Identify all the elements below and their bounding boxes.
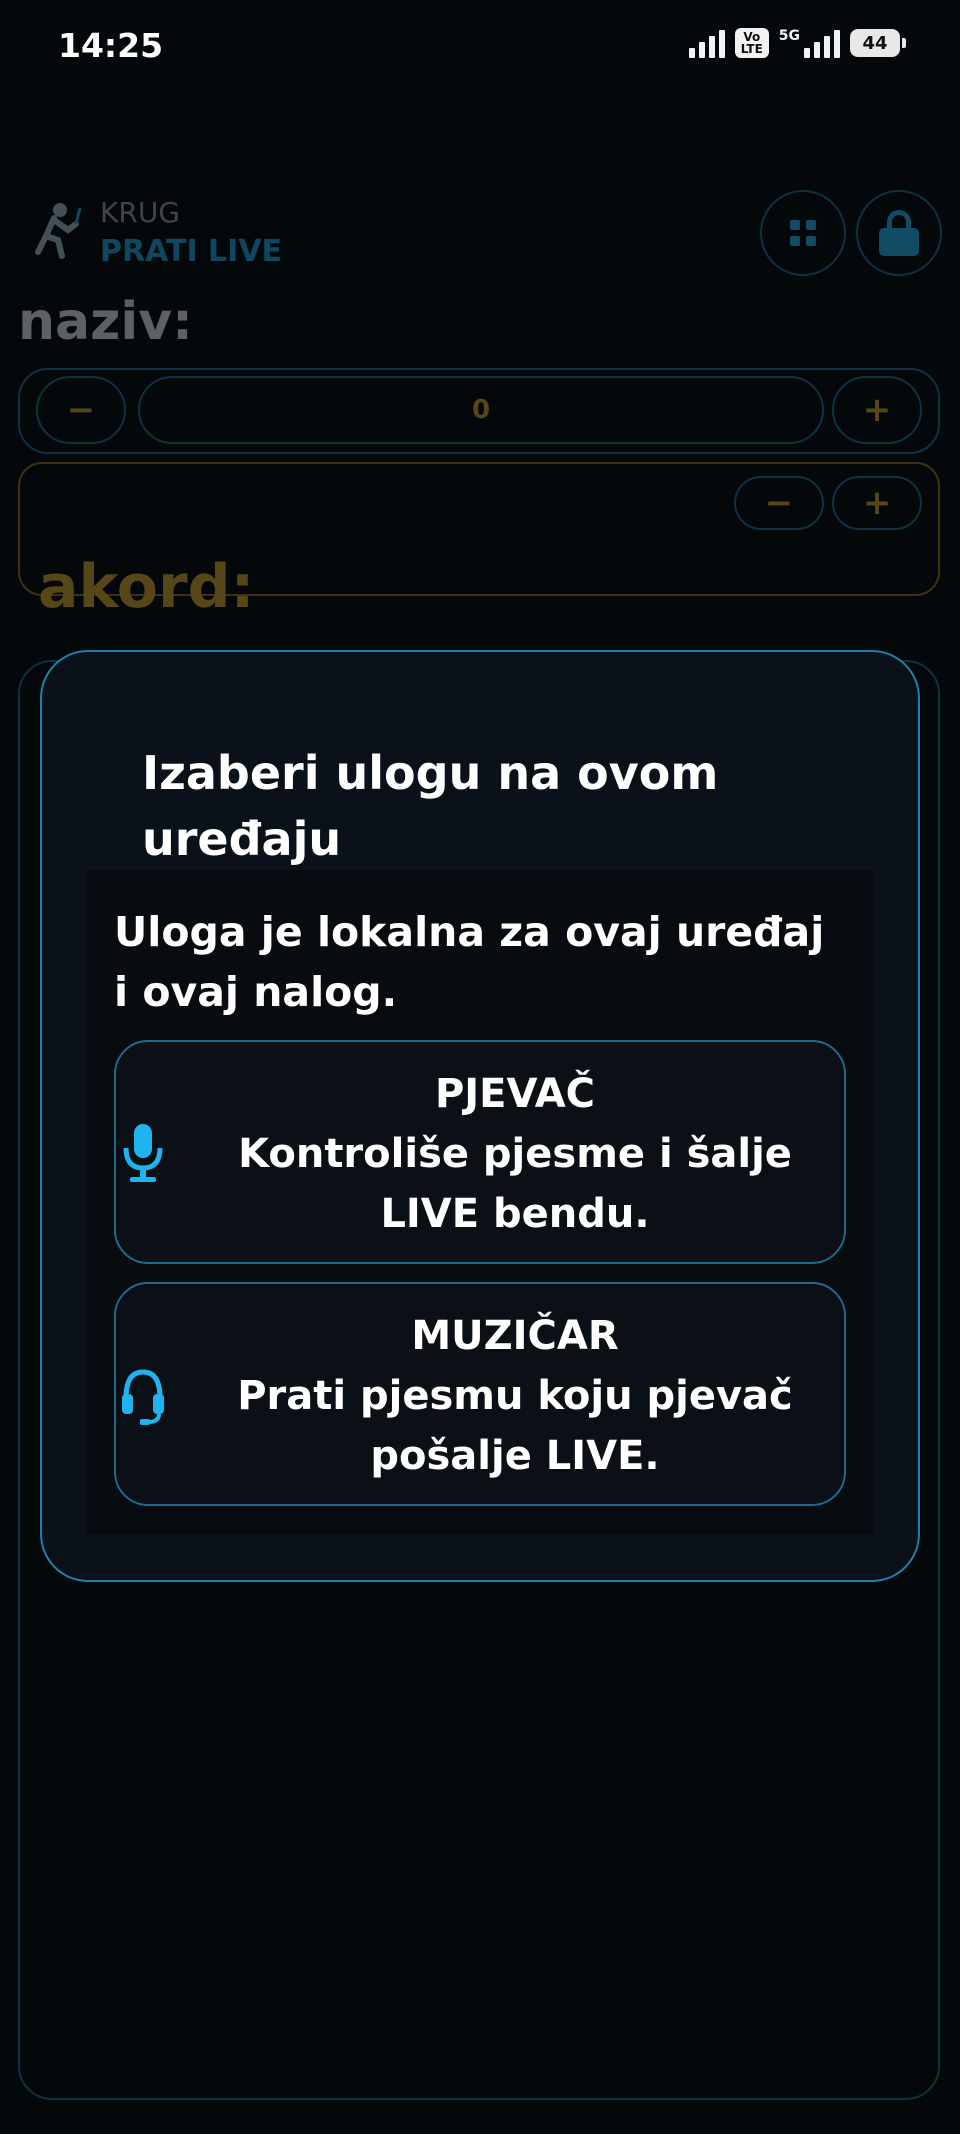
title-label: naziv: — [18, 292, 193, 352]
dialog-description: Uloga je lokalna za ovaj uređaj i ovaj n… — [114, 908, 825, 1016]
role-musician-text: MUZIČAR Prati pjesmu koju pjevač pošalje… — [190, 1306, 840, 1486]
increment-button[interactable]: + — [832, 376, 922, 444]
chord-decrement-button[interactable]: − — [734, 476, 824, 530]
brand-subtitle: PRATI LIVE — [100, 234, 283, 269]
microphone-icon — [123, 1124, 163, 1182]
role-singer-text: PJEVAČ Kontroliše pjesme i šalje LIVE be… — [190, 1064, 840, 1244]
role-musician-name: MUZIČAR — [411, 1313, 619, 1359]
singer-logo-icon — [35, 203, 82, 259]
dialog-title: Izaberi ulogu na ovom uređaju — [142, 746, 719, 866]
role-musician-description: Prati pjesmu koju pjevač pošalje LIVE. — [237, 1373, 793, 1479]
lock-button[interactable] — [856, 190, 942, 276]
menu-grid-button[interactable] — [760, 190, 846, 276]
headset-icon — [122, 1369, 164, 1425]
lock-icon — [879, 210, 919, 256]
chord-label: akord: — [38, 552, 255, 622]
chord-increment-button[interactable]: + — [832, 476, 922, 530]
grid-icon — [790, 220, 816, 246]
counter-value: 0 — [138, 376, 824, 444]
brand-label: KRUG — [100, 196, 181, 229]
role-singer-name: PJEVAČ — [434, 1071, 596, 1117]
decrement-button[interactable]: − — [36, 376, 126, 444]
role-singer-description: Kontroliše pjesme i šalje LIVE bendu. — [238, 1131, 792, 1237]
